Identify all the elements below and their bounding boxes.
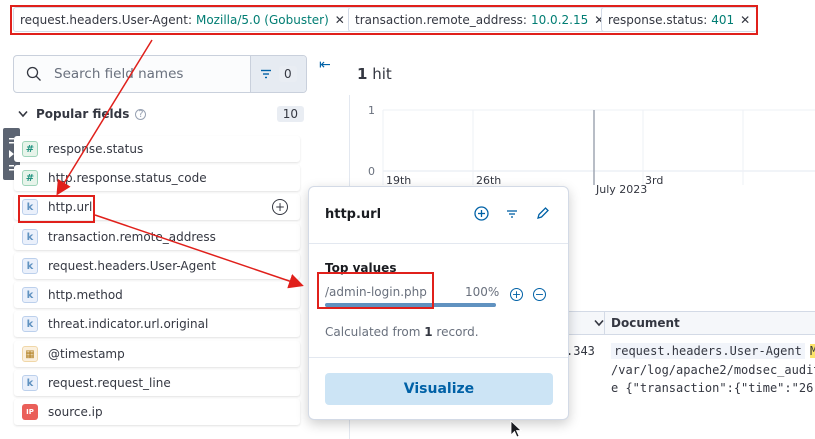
visualize-button[interactable]: Visualize xyxy=(325,373,553,405)
document-table-header: Document xyxy=(560,311,815,335)
field-item-user-agent[interactable]: k request.headers.User-Agent xyxy=(14,253,300,279)
popover-title: http.url xyxy=(325,207,382,222)
search-input[interactable] xyxy=(54,66,244,82)
keyword-type-icon: k xyxy=(22,316,38,332)
calendar-icon: ▦ xyxy=(22,346,38,362)
column-sort-icon[interactable] xyxy=(594,316,604,330)
field-name: http.method xyxy=(48,288,123,302)
field-item-http-url[interactable]: k http.url + xyxy=(14,194,300,220)
filter-value: Mozilla/5.0 (Gobuster) xyxy=(195,12,329,27)
number-type-icon: # xyxy=(22,141,38,157)
field-item-http-response-status-code[interactable]: # http.response.status_code xyxy=(14,165,300,191)
filter-icon xyxy=(261,69,272,79)
field-name: @timestamp xyxy=(48,347,125,361)
field-item-source-ip[interactable]: IP source.ip xyxy=(14,399,300,425)
ip-type-icon: IP xyxy=(22,404,38,420)
top-value-progress xyxy=(325,303,496,307)
progress-fill xyxy=(325,303,496,307)
filter-key: request.headers.User-Agent: xyxy=(20,12,192,27)
filter-out-value-icon[interactable]: − xyxy=(533,288,546,301)
filter-pill-user-agent[interactable]: request.headers.User-Agent: Mozilla/5.0 … xyxy=(13,7,352,32)
add-field-icon[interactable]: + xyxy=(272,199,288,215)
mouse-cursor-icon xyxy=(510,420,522,438)
edit-pencil-icon[interactable] xyxy=(535,206,550,224)
document-field-chip: request.headers.User-Agent xyxy=(611,343,805,359)
popular-fields-label: Popular fields xyxy=(36,107,130,121)
document-line: /var/log/apache2/modsec_audit xyxy=(611,363,815,377)
document-column-header[interactable]: Document xyxy=(611,316,680,330)
top-value-percent: 100% xyxy=(465,285,500,299)
hits-count: 1 hit xyxy=(357,65,392,83)
keyword-type-icon: k xyxy=(22,199,38,215)
x-tick: 3rd xyxy=(645,174,664,187)
keyword-type-icon: k xyxy=(22,287,38,303)
field-name: request.headers.User-Agent xyxy=(48,259,216,273)
time-cell: .343 xyxy=(566,344,595,358)
filter-key: response.status: xyxy=(608,12,708,27)
popover-divider xyxy=(309,243,568,244)
keyword-type-icon: k xyxy=(22,375,38,391)
field-item-request-line[interactable]: k request.request_line xyxy=(14,370,300,396)
filter-value: 10.0.2.15 xyxy=(530,12,589,27)
highlight-marker: M xyxy=(810,344,815,358)
chevron-down-icon xyxy=(18,110,28,118)
field-name: source.ip xyxy=(48,405,103,419)
field-name: http.url xyxy=(48,200,93,214)
collapse-sidebar-icon[interactable]: ⇤ xyxy=(319,57,331,73)
filter-for-value-icon[interactable]: + xyxy=(510,288,523,301)
field-item-transaction-remote-address[interactable]: k transaction.remote_address xyxy=(14,224,300,250)
doc-field-name: request.headers.User-Agent xyxy=(614,344,802,358)
keyword-type-icon: k xyxy=(22,258,38,274)
popover-actions xyxy=(474,206,550,224)
filter-pill-remote-address[interactable]: transaction.remote_address: 10.0.2.15 ✕ xyxy=(348,7,612,32)
filter-value: 401 xyxy=(711,12,735,27)
hits-number: 1 xyxy=(357,65,368,83)
field-item-http-method[interactable]: k http.method xyxy=(14,282,300,308)
number-type-icon: # xyxy=(22,170,38,186)
filter-count-badge: 0 xyxy=(279,66,297,82)
field-name: request.request_line xyxy=(48,376,171,390)
field-filter-button[interactable]: 0 xyxy=(250,56,306,92)
popover-divider xyxy=(309,357,568,358)
document-line: e {"transaction":{"time":"26 xyxy=(611,381,814,395)
close-icon[interactable]: ✕ xyxy=(740,13,750,27)
popular-fields-count: 10 xyxy=(276,106,304,122)
close-icon[interactable]: ✕ xyxy=(335,13,345,27)
filter-pill-response-status[interactable]: response.status: 401 ✕ xyxy=(601,7,758,32)
field-item-response-status[interactable]: # response.status xyxy=(14,136,300,162)
calculated-from-text: Calculated from 1 record. xyxy=(325,325,479,339)
help-icon: ? xyxy=(135,108,147,120)
field-search: 0 xyxy=(13,55,307,93)
field-name: transaction.remote_address xyxy=(48,230,216,244)
field-name: threat.indicator.url.original xyxy=(48,317,209,331)
field-details-popover: http.url Top values /admin-login.php 100… xyxy=(308,186,569,420)
y-tick: 0 xyxy=(368,165,375,178)
add-field-icon[interactable] xyxy=(474,206,489,224)
field-name: http.response.status_code xyxy=(48,171,207,185)
field-item-threat-url[interactable]: k threat.indicator.url.original xyxy=(14,311,300,337)
top-values-label: Top values xyxy=(325,261,397,275)
field-name: response.status xyxy=(48,142,144,156)
y-tick: 1 xyxy=(368,104,375,117)
field-item-timestamp[interactable]: ▦ @timestamp xyxy=(14,341,300,367)
keyword-type-icon: k xyxy=(22,229,38,245)
filter-bar: request.headers.User-Agent: Mozilla/5.0 … xyxy=(0,0,815,42)
search-icon xyxy=(26,66,41,81)
x-tick: July 2023 xyxy=(596,183,648,196)
histogram-chart xyxy=(382,109,815,185)
hits-label: hit xyxy=(372,65,392,83)
filter-icon[interactable] xyxy=(505,206,519,224)
popular-fields-header[interactable]: Popular fields ? 10 xyxy=(18,104,308,124)
filter-key: transaction.remote_address: xyxy=(355,12,527,27)
top-value-text: /admin-login.php xyxy=(325,285,427,299)
